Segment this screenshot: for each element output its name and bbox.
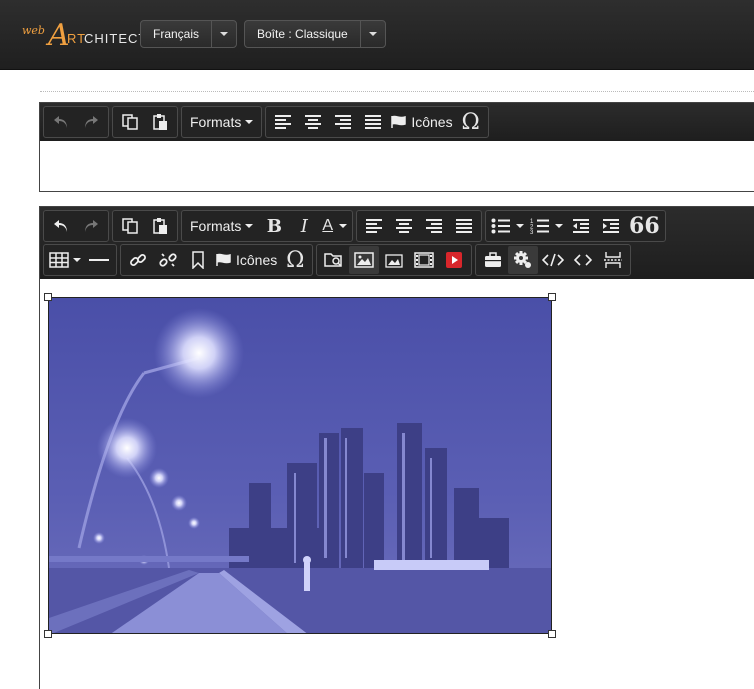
editor-full-toolbar: Formats B I A 1 2 3 66 Icônes Ω [40,207,754,279]
resize-handle-top-left[interactable] [44,293,52,301]
bold-button[interactable]: B [259,212,289,240]
undo-icon[interactable] [46,108,76,136]
bullet-list-icon [491,218,511,234]
language-dropdown[interactable]: Français [140,20,238,48]
editor-full: Formats B I A 1 2 3 66 Icônes Ω [39,206,754,689]
page-break-icon[interactable] [598,246,628,274]
special-char-button[interactable]: Ω [456,108,486,136]
toolbox-icon[interactable] [478,246,508,274]
resize-handle-bottom-right[interactable] [548,630,556,638]
resize-handle-top-right[interactable] [548,293,556,301]
chevron-down-icon[interactable] [73,258,81,262]
numbered-list-icon: 123 [530,219,550,234]
svg-text:3: 3 [530,230,534,234]
omega-icon: Ω [461,109,480,135]
paste-icon[interactable] [145,212,175,240]
redo-icon[interactable] [76,108,106,136]
icons-label: Icônes [411,114,453,130]
align-center-icon[interactable] [298,108,328,136]
table-icon [49,252,69,268]
indent-icon[interactable] [596,212,626,240]
align-left-icon[interactable] [359,212,389,240]
icons-label: Icônes [236,252,278,268]
icons-button[interactable]: Icônes [213,246,280,274]
code-icon[interactable] [568,246,598,274]
chevron-down-icon[interactable] [516,224,525,228]
source-code-icon[interactable] [538,246,568,274]
align-left-icon[interactable] [268,108,298,136]
font-color-icon: A [322,217,334,234]
chevron-down-icon[interactable] [212,21,236,47]
link-icon[interactable] [123,246,153,274]
video-icon[interactable] [409,246,439,274]
outdent-icon[interactable] [566,212,596,240]
app-header: web A RT CHITECTE Français Boîte : Class… [0,0,754,70]
paste-icon[interactable] [145,108,175,136]
city-night-image[interactable] [48,297,552,634]
unlink-icon[interactable] [153,246,183,274]
align-justify-icon[interactable] [358,108,388,136]
image-icon[interactable] [349,246,380,274]
italic-icon: I [300,215,308,237]
align-right-icon[interactable] [328,108,358,136]
editor-small: Formats Icônes Ω [39,102,754,192]
box-style-dropdown[interactable]: Boîte : Classique [244,20,386,48]
omega-icon: Ω [286,247,305,273]
align-justify-icon[interactable] [449,212,479,240]
horizontal-rule-icon[interactable] [84,246,114,274]
quote-icon: 66 [629,213,660,239]
dotted-separator [40,91,754,92]
editor-small-toolbar: Formats Icônes Ω [40,103,754,141]
chevron-down-icon[interactable] [361,21,385,47]
flag-icon [216,253,231,266]
formats-dropdown[interactable]: Formats [184,212,259,240]
align-center-icon[interactable] [389,212,419,240]
youtube-icon[interactable] [439,246,469,274]
bold-icon: B [266,215,282,237]
redo-icon[interactable] [76,212,106,240]
image-gallery-icon[interactable] [379,246,409,274]
numbered-list-button[interactable]: 123 [527,212,566,240]
formats-label: Formats [190,218,242,234]
chevron-down-icon[interactable] [555,224,564,228]
editor-full-content[interactable] [40,279,754,689]
undo-icon[interactable] [46,212,76,240]
bookmark-icon[interactable] [183,246,213,274]
font-color-button[interactable]: A [319,212,350,240]
resize-handle-bottom-left[interactable] [44,630,52,638]
align-right-icon[interactable] [419,212,449,240]
bullet-list-button[interactable] [488,212,527,240]
language-label[interactable]: Français [141,21,213,47]
editor-small-content[interactable] [40,141,754,191]
file-browser-icon[interactable] [319,246,349,274]
logo-web: web [22,24,45,37]
chevron-down-icon[interactable] [339,224,348,228]
special-char-button[interactable]: Ω [280,246,310,274]
formats-dropdown[interactable]: Formats [184,108,259,136]
copy-icon[interactable] [115,108,145,136]
table-button[interactable] [46,246,84,274]
flag-icon [391,115,407,128]
icons-button[interactable]: Icônes [388,108,455,136]
italic-button[interactable]: I [289,212,319,240]
box-style-label[interactable]: Boîte : Classique [245,21,361,47]
blockquote-button[interactable]: 66 [626,212,663,240]
copy-icon[interactable] [115,212,145,240]
settings-gear-icon[interactable] [508,246,539,274]
formats-label: Formats [190,114,242,130]
